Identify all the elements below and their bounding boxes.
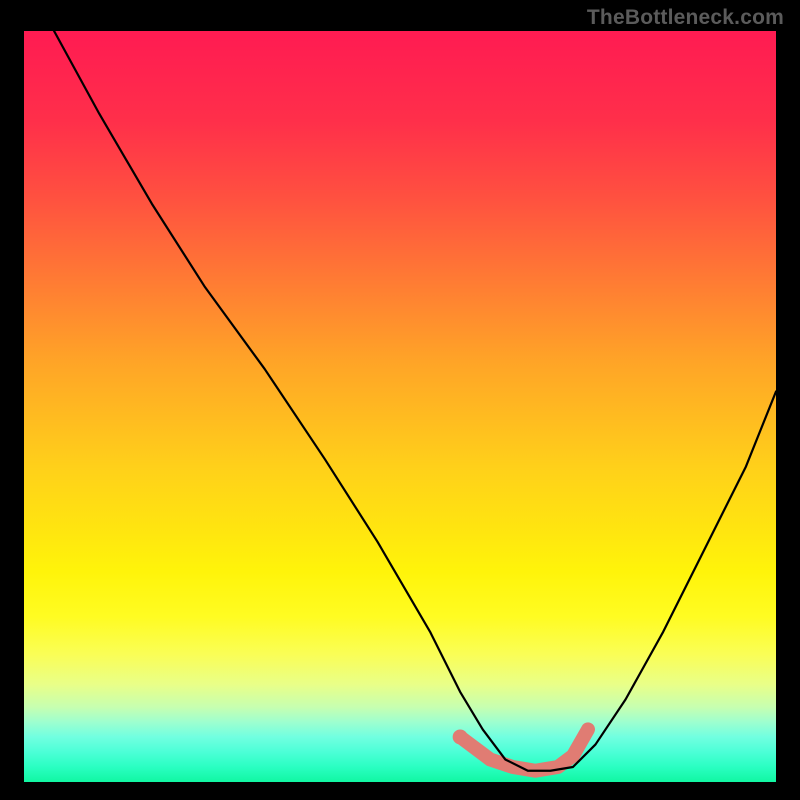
- attribution-text: TheBottleneck.com: [587, 6, 784, 30]
- marker-path: [460, 729, 588, 770]
- chart-svg: [24, 31, 776, 782]
- marker-group: [453, 729, 588, 770]
- plot-area: [24, 31, 776, 782]
- curve-path: [54, 31, 776, 771]
- marker-dot-start: [453, 729, 468, 744]
- chart-frame: TheBottleneck.com: [0, 0, 800, 800]
